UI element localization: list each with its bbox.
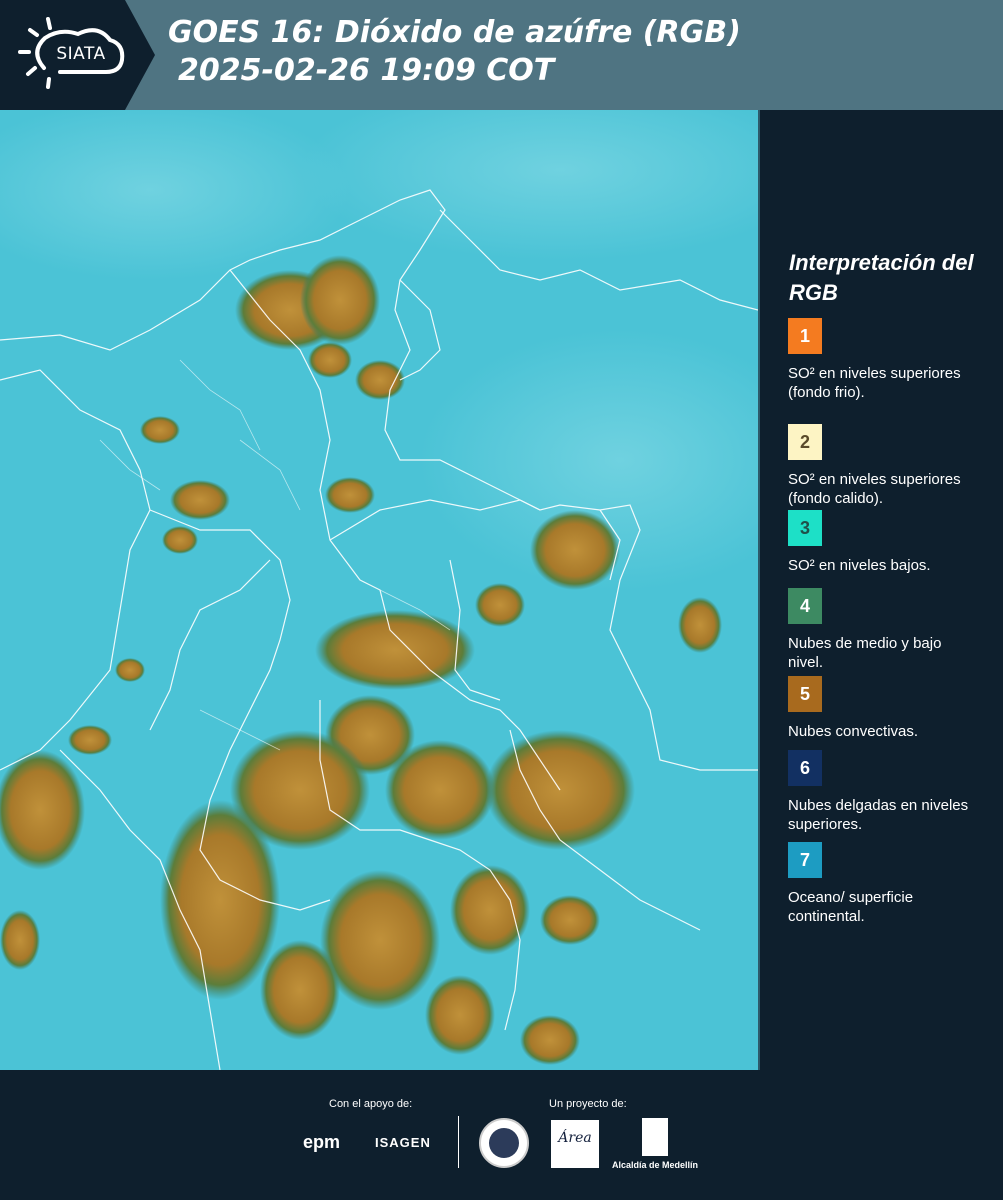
siata-logo: SIATA [0,0,155,110]
legend-item-label: Nubes convectivas. [788,723,919,740]
legend-item-label: Oceano/ superficie continental. [788,889,914,925]
medellin-seal-icon [479,1118,529,1168]
satellite-map [0,110,760,1070]
page-timestamp: 2025-02-26 19:09 COT [178,53,555,88]
legend-item: 4 Nubes de medio y bajo nivel. [788,588,988,672]
legend-item: 3 SO² en niveles bajos. [788,510,988,575]
legend-swatch: 1 [788,318,822,354]
legend-item: 7 Oceano/ superficie continental. [788,842,988,926]
legend-item-label: SO² en niveles superiores (fondo frio). [788,365,961,401]
legend-item: 2 SO² en niveles superiores (fondo calido… [788,424,988,508]
support-label: Con el apoyo de: [329,1098,413,1110]
legend-swatch: 6 [788,750,822,786]
legend-swatch: 2 [788,424,822,460]
project-label: Un proyecto de: [549,1098,627,1110]
legend-item-label: Nubes delgadas en niveles superiores. [788,797,969,833]
epm-logo: epm [303,1132,341,1152]
isagen-logo: ISAGEN [375,1135,431,1150]
legend-item: 6 Nubes delgadas en niveles superiores. [788,750,988,834]
legend-item-label: SO² en niveles superiores (fondo calido)… [788,471,961,507]
legend-swatch: 3 [788,510,822,546]
area-metropolitana-logo: Área [551,1120,599,1168]
page-title: GOES 16: Dióxido de azúfre (RGB) [168,15,741,50]
alcaldia-shield-icon [642,1118,668,1156]
legend-swatch: 5 [788,676,822,712]
alcaldia-label: Alcaldía de Medellín [612,1160,699,1170]
logo-text: SIATA [56,44,106,64]
legend-item-label: SO² en niveles bajos. [788,557,931,574]
legend-swatch: 7 [788,842,822,878]
footer: Con el apoyo de: Un proyecto de: epm ISA… [0,1070,1003,1200]
legend-item: 1 SO² en niveles superiores (fondo frio). [788,318,988,402]
legend-title: Interpretación del RGB [789,250,974,305]
header-bar: SIATA GOES 16: Dióxido de azúfre (RGB) 2… [0,0,1003,110]
legend-panel: Interpretación del RGB 1 SO² en niveles s… [760,110,1003,1070]
legend-item: 5 Nubes convectivas. [788,676,988,741]
legend-item-label: Nubes de medio y bajo nivel. [788,635,942,671]
area-logo-text: Área [558,1130,592,1146]
legend-swatch: 4 [788,588,822,624]
footer-divider [458,1116,459,1168]
